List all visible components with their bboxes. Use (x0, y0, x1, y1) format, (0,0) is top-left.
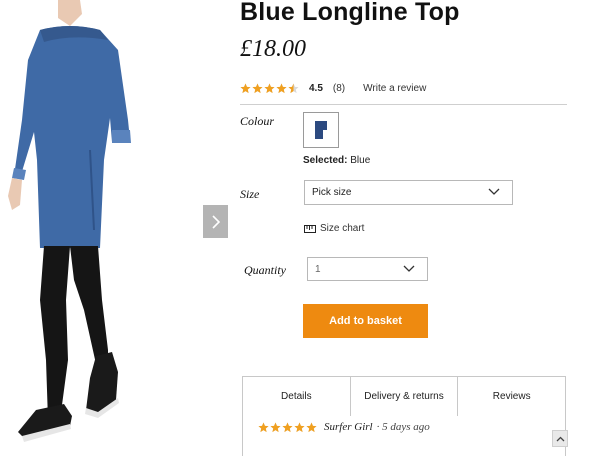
tab-details[interactable]: Details (243, 377, 351, 416)
tab-reviews[interactable]: Reviews (458, 377, 565, 416)
rating-count: (8) (332, 82, 346, 94)
quantity-select[interactable]: 1 (307, 257, 428, 281)
next-image-button[interactable] (203, 205, 228, 238)
rating-stars (240, 83, 300, 94)
star-icon (306, 422, 317, 432)
divider (240, 104, 567, 105)
chevron-down-icon (488, 188, 500, 195)
star-icon (270, 422, 281, 432)
star-icon (264, 83, 275, 93)
chevron-right-icon (211, 214, 220, 229)
review-stars (258, 422, 318, 433)
quantity-label: Quantity (244, 263, 286, 277)
star-icon (276, 83, 287, 93)
review-header: Surfer Girl · 5 days ago (258, 421, 430, 433)
star-icon (282, 422, 293, 432)
selected-key: Selected: (303, 155, 348, 166)
star-icon (240, 83, 251, 93)
size-chart-label: Size chart (320, 223, 365, 234)
swatch-garment-icon (315, 121, 327, 139)
size-chart-link[interactable]: Size chart (304, 223, 364, 234)
quantity-select-value: 1 (315, 263, 321, 275)
chevron-down-icon (403, 265, 415, 272)
product-image (0, 0, 235, 447)
rating-value: 4.5 (309, 82, 323, 94)
write-review-link[interactable]: Write a review (363, 83, 426, 94)
product-title: Blue Longline Top (240, 0, 460, 26)
size-select[interactable]: Pick size (304, 180, 513, 205)
product-price: £18.00 (240, 36, 306, 62)
star-icon (294, 422, 305, 432)
selected-value: Blue (350, 155, 371, 166)
chevron-up-icon (556, 436, 564, 441)
size-label: Size (240, 187, 260, 201)
size-select-value: Pick size (312, 187, 352, 198)
star-icon (252, 83, 263, 93)
colour-swatch-blue[interactable] (303, 112, 339, 148)
rating-summary: 4.5 (8) Write a review (240, 79, 426, 97)
review-date: · 5 days ago (376, 421, 430, 433)
ruler-icon (304, 224, 316, 233)
selected-colour: Selected: Blue (303, 155, 370, 166)
scroll-up-button[interactable] (552, 430, 568, 447)
product-tabs: Details Delivery & returns Reviews (242, 376, 566, 417)
review-author: Surfer Girl (324, 421, 373, 433)
colour-label: Colour (240, 114, 275, 128)
star-icon (258, 422, 269, 432)
star-icon (288, 83, 299, 93)
tab-delivery-returns[interactable]: Delivery & returns (351, 377, 459, 416)
add-to-basket-button[interactable]: Add to basket (303, 304, 428, 338)
